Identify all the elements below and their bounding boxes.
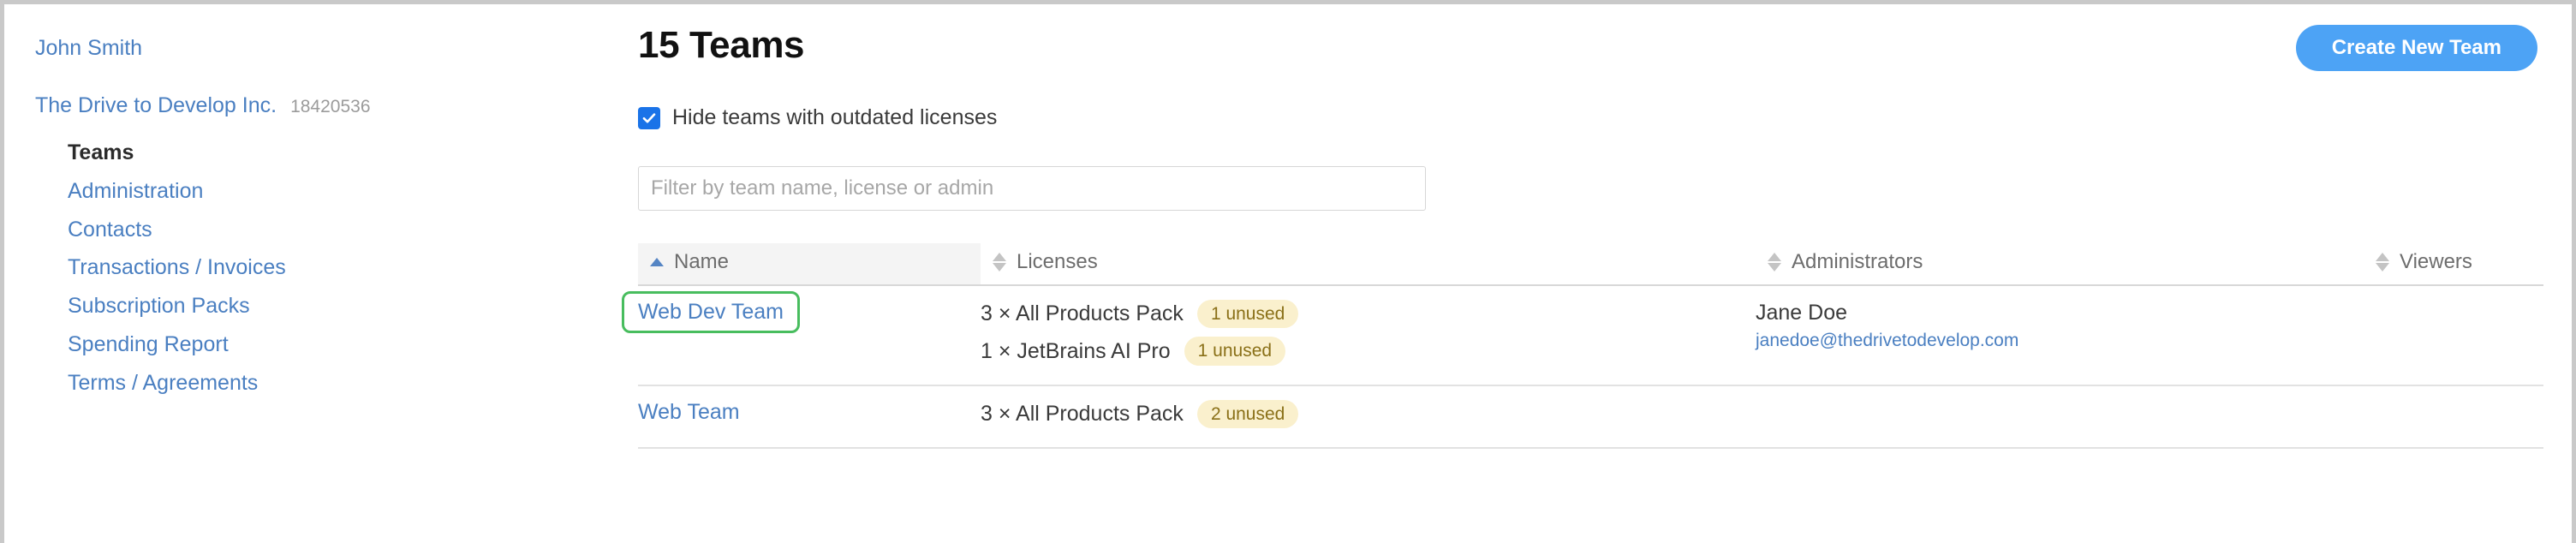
- page-title: 15 Teams: [638, 24, 805, 66]
- administrator-name: Jane Doe: [1756, 301, 1848, 325]
- sidebar-item-teams[interactable]: Teams: [68, 134, 629, 172]
- sidebar-item-administration[interactable]: Administration: [68, 172, 629, 211]
- sidebar-user-link[interactable]: John Smith: [35, 35, 629, 61]
- license-line: 1 × JetBrains AI Pro 1 unused: [981, 337, 1756, 366]
- cell-administrators: Jane Doe janedoe@thedrivetodevelop.com: [1756, 285, 2364, 386]
- column-header-name[interactable]: Name: [638, 243, 981, 287]
- sidebar-item-contacts[interactable]: Contacts: [68, 211, 629, 249]
- teams-table-body: Web Dev Team 3 × All Products Pack 1 unu…: [622, 285, 2543, 449]
- cell-licenses: 3 × All Products Pack 2 unused: [981, 385, 1756, 449]
- license-line: 3 × All Products Pack 1 unused: [981, 300, 1756, 329]
- sidebar-item-terms-agreements[interactable]: Terms / Agreements: [68, 364, 629, 403]
- column-header-viewers-label: Viewers: [2400, 250, 2472, 274]
- create-new-team-button[interactable]: Create New Team: [2295, 25, 2537, 72]
- page-header: 15 Teams Create New Team: [629, 4, 2572, 72]
- column-header-name-label: Name: [674, 250, 730, 274]
- filter-input[interactable]: [638, 166, 1426, 212]
- license-text: 3 × All Products Pack: [981, 301, 1184, 326]
- license-text: 3 × All Products Pack: [981, 401, 1184, 426]
- license-text: 1 × JetBrains AI Pro: [981, 338, 1171, 363]
- column-header-viewers[interactable]: Viewers: [2364, 243, 2543, 287]
- column-header-licenses[interactable]: Licenses: [981, 243, 1756, 287]
- unused-licenses-badge: 1 unused: [1196, 300, 1299, 329]
- hide-outdated-licenses-row: Hide teams with outdated licenses: [638, 105, 2572, 130]
- team-name-link[interactable]: Web Dev Team: [622, 291, 800, 334]
- main-content: 15 Teams Create New Team Hide teams with…: [622, 4, 2572, 543]
- sidebar-org-account-id: 18420536: [290, 97, 371, 116]
- table-row: Web Team 3 × All Products Pack 2 unused: [638, 385, 2543, 449]
- column-header-administrators-label: Administrators: [1792, 250, 1923, 274]
- unused-licenses-badge: 1 unused: [1184, 337, 1286, 366]
- sidebar-item-spending-report[interactable]: Spending Report: [68, 325, 629, 364]
- sidebar-org-name[interactable]: The Drive to Develop Inc.: [35, 93, 277, 118]
- column-header-licenses-label: Licenses: [1017, 250, 1098, 274]
- license-line: 3 × All Products Pack 2 unused: [981, 399, 1756, 428]
- cell-team-name: Web Dev Team: [622, 285, 981, 386]
- sort-both-icon: [2376, 253, 2389, 272]
- teams-table: Name Licenses Administrators Viewers Web…: [622, 243, 2543, 449]
- unused-licenses-badge: 2 unused: [1196, 399, 1299, 428]
- cell-viewers: [2364, 385, 2543, 449]
- checkmark-icon: [642, 113, 656, 123]
- cell-team-name: Web Team: [638, 385, 981, 449]
- cell-administrators: [1756, 385, 2364, 449]
- cell-viewers: [2364, 285, 2543, 386]
- teams-table-header: Name Licenses Administrators Viewers: [638, 243, 2543, 287]
- sidebar: John Smith The Drive to Develop Inc. 184…: [4, 4, 629, 543]
- sidebar-nav: Teams Administration Contacts Transactio…: [35, 134, 629, 402]
- sidebar-item-transactions-invoices[interactable]: Transactions / Invoices: [68, 248, 629, 287]
- hide-outdated-licenses-label[interactable]: Hide teams with outdated licenses: [672, 105, 997, 130]
- filter-row: [638, 166, 2572, 212]
- sort-both-icon: [993, 253, 1006, 272]
- teams-page: John Smith The Drive to Develop Inc. 184…: [0, 0, 2576, 543]
- sort-both-icon: [1768, 253, 1781, 272]
- table-header-row: Name Licenses Administrators Viewers: [638, 243, 2543, 287]
- sort-ascending-icon: [650, 258, 664, 267]
- table-row: Web Dev Team 3 × All Products Pack 1 unu…: [622, 285, 2543, 386]
- sidebar-org-row: The Drive to Develop Inc. 18420536: [35, 93, 629, 118]
- hide-outdated-licenses-checkbox[interactable]: [638, 106, 660, 129]
- column-header-administrators[interactable]: Administrators: [1756, 243, 2364, 287]
- cell-licenses: 3 × All Products Pack 1 unused 1 × JetBr…: [981, 285, 1756, 386]
- sidebar-item-subscription-packs[interactable]: Subscription Packs: [68, 287, 629, 325]
- team-name-link[interactable]: Web Team: [638, 400, 740, 424]
- administrator-email-link[interactable]: janedoe@thedrivetodevelop.com: [1756, 329, 2364, 352]
